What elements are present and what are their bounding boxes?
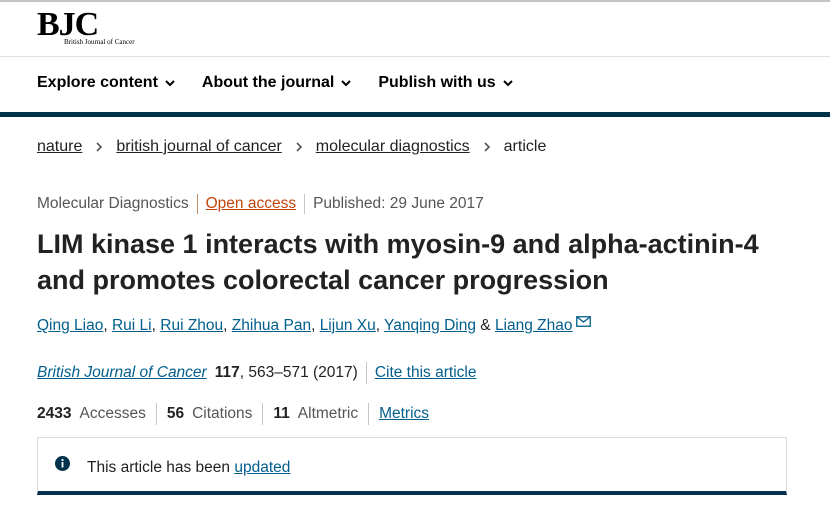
author-ampersand: &	[480, 317, 491, 334]
nav-label: About the journal	[201, 74, 335, 91]
pages-year: , 563–571 (2017)	[239, 364, 358, 381]
author-list: Qing Liao, Rui Li, Rui Zhou, Zhihua Pan,…	[37, 316, 591, 335]
accesses-count: 2433	[37, 405, 72, 422]
article-title: LIM kinase 1 interacts with myosin-9 and…	[37, 229, 759, 295]
open-access-link[interactable]: Open access	[206, 195, 296, 213]
divider	[368, 403, 370, 425]
logo-subtitle: British Journal of Cancer	[64, 38, 135, 46]
divider	[196, 194, 198, 214]
cite-article-link[interactable]: Cite this article	[375, 364, 477, 382]
notice-text: This article has been updated	[87, 459, 290, 477]
breadcrumb: nature british journal of cancer molecul…	[37, 138, 546, 156]
top-border	[0, 0, 830, 2]
altmetric-label: Altmetric	[297, 405, 359, 422]
citation-line: British Journal of Cancer 117 , 563–571 …	[37, 362, 476, 384]
nav-explore-content[interactable]: Explore content	[37, 74, 176, 92]
divider	[262, 403, 264, 425]
chevron-down-icon	[502, 80, 513, 87]
chevron-down-icon	[165, 80, 175, 87]
altmetric-score: 11	[273, 405, 290, 422]
author-link[interactable]: Yanqing Ding	[384, 317, 476, 334]
metrics-link[interactable]: Metrics	[379, 405, 429, 423]
accesses-label: Accesses	[79, 405, 146, 422]
breadcrumb-current: article	[503, 138, 547, 155]
volume: 117	[214, 364, 240, 381]
chevron-down-icon	[341, 80, 352, 87]
author-link[interactable]: Qing Liao	[37, 317, 103, 334]
notice-message: This article has been	[87, 459, 231, 476]
breadcrumb-link-subject[interactable]: molecular diagnostics	[316, 138, 470, 156]
author-link[interactable]: Rui Zhou	[160, 317, 223, 334]
article-metrics: 2433 Accesses 56 Citations 11 Altmetric …	[37, 403, 429, 425]
published-date: Published: 29 June 2017	[313, 195, 484, 212]
author-link[interactable]: Lijun Xu	[320, 317, 376, 334]
header-divider	[0, 56, 830, 57]
divider	[365, 362, 367, 384]
author-link[interactable]: Liang Zhao	[495, 317, 573, 334]
chevron-right-icon	[96, 142, 103, 152]
breadcrumb-link-nature[interactable]: nature	[37, 138, 82, 156]
author-link[interactable]: Rui Li	[112, 317, 152, 334]
update-notice: This article has been updated	[37, 437, 787, 495]
citations-label: Citations	[192, 405, 253, 422]
article-meta: Molecular Diagnostics Open access Publis…	[37, 194, 484, 214]
nav-label: Explore content	[37, 74, 158, 91]
breadcrumb-link-journal[interactable]: british journal of cancer	[116, 138, 281, 156]
divider	[304, 194, 306, 214]
article-type: Molecular Diagnostics	[37, 195, 189, 212]
chevron-right-icon	[296, 142, 302, 152]
divider	[155, 403, 157, 425]
journal-logo[interactable]: BJC British Journal of Cancer	[37, 6, 135, 47]
brand-band	[0, 112, 830, 117]
nav-about-journal[interactable]: About the journal	[202, 74, 352, 92]
nav-publish-with-us[interactable]: Publish with us	[378, 74, 513, 92]
updated-link[interactable]: updated	[234, 459, 290, 476]
citations-count: 56	[166, 405, 185, 422]
info-icon	[55, 456, 70, 471]
nav-label: Publish with us	[378, 74, 496, 91]
journal-link[interactable]: British Journal of Cancer	[37, 364, 207, 382]
main-nav: Explore content About the journal Publis…	[37, 74, 514, 92]
author-link[interactable]: Zhihua Pan	[232, 317, 311, 334]
chevron-right-icon	[484, 142, 490, 152]
logo-mark: BJC	[37, 6, 99, 43]
mail-icon[interactable]	[575, 316, 591, 327]
